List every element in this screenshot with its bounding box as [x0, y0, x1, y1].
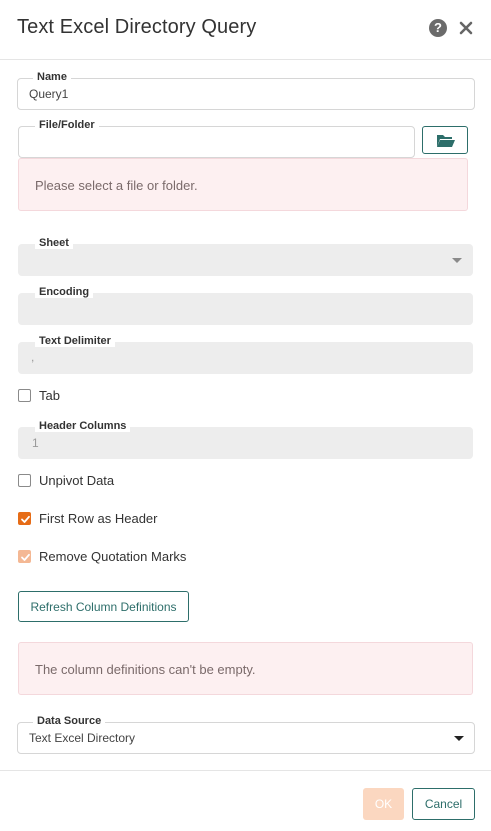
chevron-down-icon [452, 258, 462, 263]
close-icon[interactable] [455, 17, 477, 39]
column-definitions-alert: The column definitions can't be empty. [18, 642, 473, 695]
first-row-header-checkbox[interactable] [18, 512, 31, 525]
file-required-alert-text: Please select a file or folder. [35, 178, 198, 193]
column-definitions-alert-text: The column definitions can't be empty. [35, 662, 256, 677]
dialog-footer: OK Cancel [0, 770, 491, 831]
name-value: Query1 [29, 87, 69, 101]
tab-checkbox-label: Tab [39, 388, 60, 403]
file-folder-label: File/Folder [35, 119, 99, 131]
dialog-title: Text Excel Directory Query [17, 16, 257, 38]
tab-checkbox[interactable] [18, 389, 31, 402]
chevron-down-icon[interactable] [454, 736, 464, 741]
cancel-button[interactable]: Cancel [412, 788, 475, 820]
text-delimiter-value: , [31, 350, 35, 364]
sheet-select [18, 244, 473, 276]
question-circle-icon[interactable]: ? [429, 19, 447, 37]
text-delimiter-label: Text Delimiter [35, 335, 115, 347]
check-icon [21, 553, 30, 561]
browse-folder-button[interactable] [422, 126, 468, 154]
file-required-alert: Please select a file or folder. [18, 158, 468, 211]
remove-quotes-checkbox [18, 550, 31, 563]
encoding-label: Encoding [35, 286, 94, 298]
sheet-label: Sheet [35, 237, 73, 249]
check-icon [21, 515, 30, 523]
header-columns-value: 1 [32, 436, 39, 450]
first-row-header-checkbox-row[interactable]: First Row as Header [18, 510, 198, 528]
header-columns-label: Header Columns [35, 420, 131, 432]
ok-button[interactable]: OK [363, 788, 404, 820]
data-source-label: Data Source [33, 715, 106, 727]
first-row-header-checkbox-label: First Row as Header [39, 511, 158, 526]
remove-quotes-checkbox-row: Remove Quotation Marks [18, 548, 218, 566]
tab-checkbox-row[interactable]: Tab [18, 387, 98, 405]
name-label: Name [33, 71, 71, 83]
dialog-header: Text Excel Directory Query ? [0, 0, 491, 60]
name-field[interactable] [17, 78, 475, 110]
unpivot-checkbox-row[interactable]: Unpivot Data [18, 472, 158, 490]
data-source-value: Text Excel Directory [29, 731, 136, 745]
remove-quotes-checkbox-label: Remove Quotation Marks [39, 549, 187, 564]
text-excel-directory-query-dialog: Text Excel Directory Query ? Name Query1… [0, 0, 491, 831]
unpivot-checkbox-label: Unpivot Data [39, 473, 115, 488]
refresh-column-definitions-button[interactable]: Refresh Column Definitions [18, 591, 189, 622]
unpivot-checkbox[interactable] [18, 474, 31, 487]
folder-open-icon [437, 135, 455, 147]
